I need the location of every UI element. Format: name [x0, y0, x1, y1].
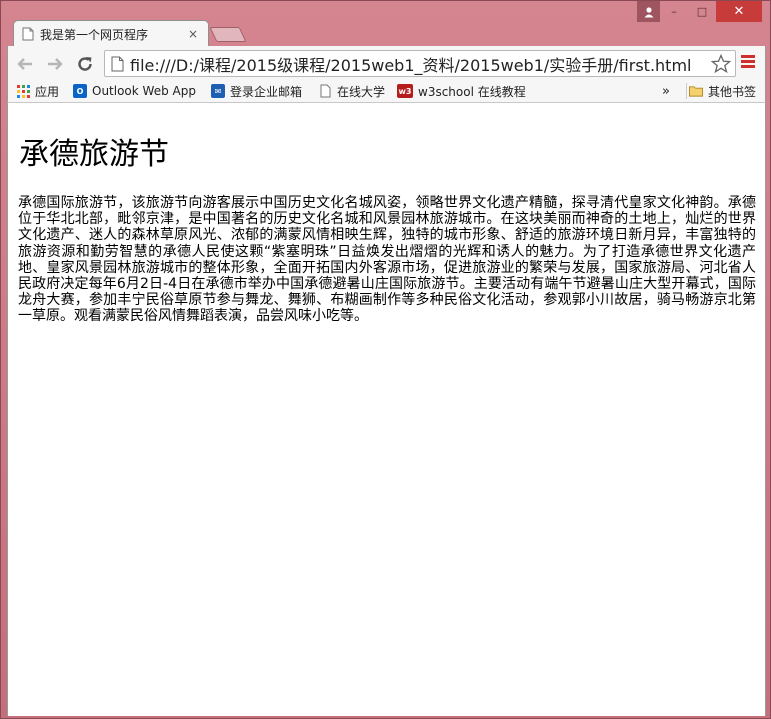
window-caption-buttons: – □ ✕ — [660, 1, 762, 22]
page-icon — [22, 27, 34, 41]
bookmark-outlook[interactable]: O Outlook Web App — [73, 83, 196, 99]
star-icon[interactable] — [711, 54, 731, 74]
maximize-button[interactable]: □ — [688, 1, 716, 22]
bookmark-w3school[interactable]: w3 w3school 在线教程 — [397, 83, 526, 99]
outlook-icon: O — [73, 84, 87, 98]
bookmark-label: 其他书签 — [708, 84, 757, 99]
back-arrow-icon — [17, 58, 32, 70]
w3school-icon: w3 — [397, 84, 413, 98]
user-icon — [644, 6, 653, 17]
hamburger-menu-icon[interactable] — [741, 55, 755, 70]
forward-button[interactable] — [44, 53, 66, 75]
reload-icon — [78, 57, 92, 71]
tab-close-button[interactable]: × — [186, 27, 200, 41]
bookmark-label: Outlook Web App — [92, 84, 196, 98]
bookmark-apps[interactable]: 应用 — [16, 83, 59, 99]
bookmarks-overflow-button[interactable]: » — [662, 83, 670, 99]
bookmark-online-university[interactable]: 在线大学 — [318, 83, 385, 99]
browser-window: – □ ✕ 我是第一个网页程序 × file:///D:/课程/2015级课程/… — [0, 0, 771, 719]
bookmark-label: 应用 — [35, 84, 60, 99]
address-bar[interactable]: file:///D:/课程/2015级课程/2015web1_资料/2015we… — [104, 50, 736, 77]
browser-toolbar: file:///D:/课程/2015级课程/2015web1_资料/2015we… — [7, 46, 766, 80]
page-paragraph: 承德国际旅游节，该旅游节向游客展示中国历史文化名城风姿，领略世界文化遗产精髓，探… — [18, 195, 756, 325]
forward-arrow-icon — [48, 58, 63, 70]
bookmark-other-folder[interactable]: 其他书签 — [686, 83, 756, 99]
bookmark-label: 在线大学 — [337, 84, 386, 99]
page-heading: 承德旅游节 — [19, 137, 169, 172]
folder-icon — [689, 84, 703, 98]
page-icon — [111, 56, 124, 71]
bookmark-label: 登录企业邮箱 — [230, 84, 303, 99]
minimize-button[interactable]: – — [660, 1, 688, 22]
back-button[interactable] — [14, 53, 36, 75]
user-profile-button[interactable] — [637, 1, 660, 22]
bookmarks-bar: 应用 O Outlook Web App ✉ 登录企业邮箱 在线大学 w3 w3… — [7, 80, 766, 103]
browser-tab[interactable]: 我是第一个网页程序 × — [13, 20, 209, 47]
tab-title: 我是第一个网页程序 — [40, 27, 149, 42]
close-icon: ✕ — [733, 4, 745, 19]
minimize-icon: – — [671, 5, 677, 18]
url-text: file:///D:/课程/2015级课程/2015web1_资料/2015we… — [130, 55, 692, 75]
mail-icon: ✉ — [211, 84, 225, 98]
maximize-icon: □ — [696, 5, 708, 18]
close-window-button[interactable]: ✕ — [716, 1, 762, 22]
overflow-chevron-icon: » — [662, 83, 670, 99]
bookmark-label: w3school 在线教程 — [418, 84, 526, 99]
page-viewport: 承德旅游节 承德国际旅游节，该旅游节向游客展示中国历史文化名城风姿，领略世界文化… — [7, 103, 766, 716]
new-tab-button[interactable] — [209, 27, 247, 42]
apps-grid-icon — [16, 84, 30, 98]
reload-button[interactable] — [74, 53, 96, 75]
bookmark-enterprise-mail[interactable]: ✉ 登录企业邮箱 — [211, 83, 302, 99]
page-icon — [318, 84, 332, 98]
